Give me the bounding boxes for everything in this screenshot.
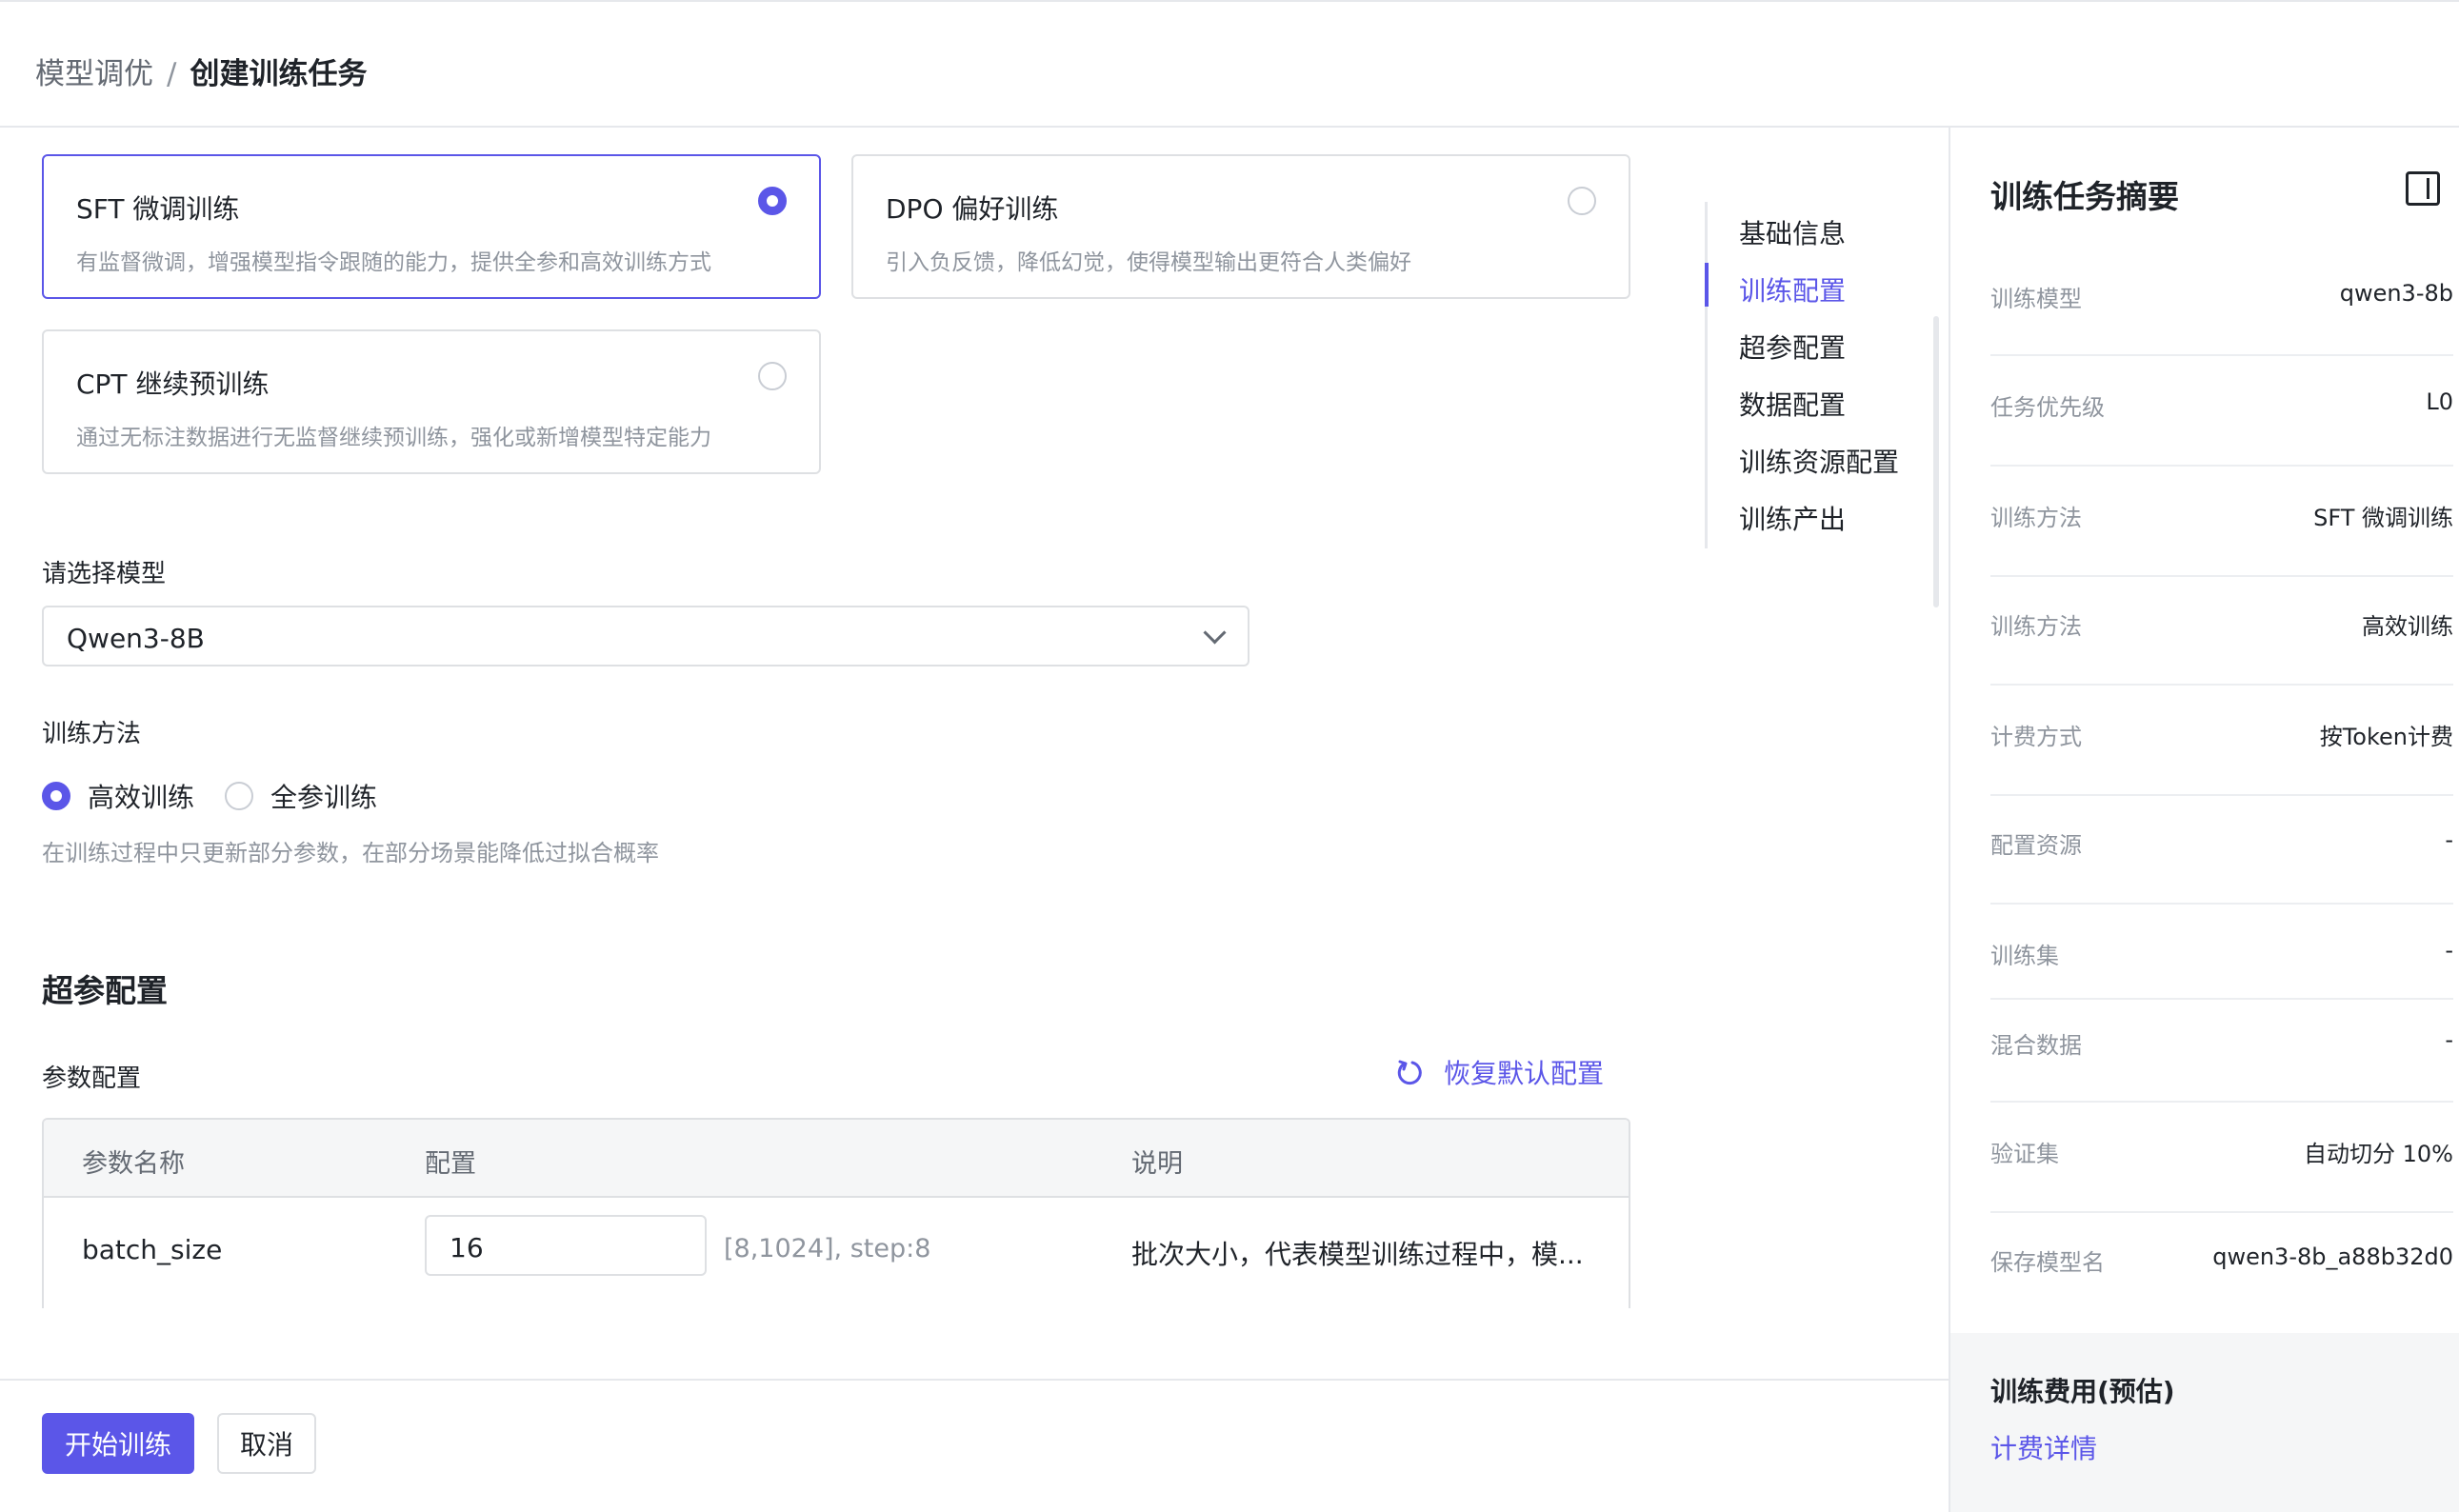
summary-value: - (2445, 937, 2453, 964)
scrollbar[interactable] (1933, 316, 1939, 607)
anchor-item-resource[interactable]: 训练资源配置 (1739, 442, 1899, 480)
restore-default-button[interactable]: 恢复默认配置 (1396, 1053, 1604, 1091)
radio-full[interactable]: 全参训练 (225, 777, 377, 815)
card-sft[interactable]: SFT 微调训练 有监督微调，增强模型指令跟随的能力，提供全参和高效训练方式 (42, 154, 821, 299)
breadcrumb-separator: / (167, 57, 177, 91)
card-title: CPT 继续预训练 (76, 368, 270, 400)
batch-size-input[interactable]: 16 (425, 1215, 707, 1276)
radio-label: 高效训练 (88, 782, 195, 813)
summary-key: 训练方法 (1990, 613, 2082, 640)
summary-row: 验证集 自动切分 10% (1990, 1135, 2453, 1213)
radio-unselected-icon (225, 782, 253, 810)
radio-selected-icon (42, 782, 70, 810)
radio-unselected-icon[interactable] (758, 362, 787, 390)
summary-row: 训练方法 高效训练 (1990, 607, 2453, 686)
footer-bar: 开始训练 取消 (0, 1379, 1949, 1512)
column-header: 参数名称 (82, 1149, 185, 1179)
summary-key: 验证集 (1990, 1141, 2059, 1167)
card-desc: 有监督微调，增强模型指令跟随的能力，提供全参和高效训练方式 (76, 250, 711, 275)
summary-value: qwen3-8b_a88b32d0 (2212, 1243, 2453, 1270)
radio-unselected-icon[interactable] (1568, 187, 1596, 215)
param-desc: 批次大小，代表模型训练过程中，模... (1131, 1239, 1584, 1270)
summary-panel: 训练任务摘要 训练模型 qwen3-8b 任务优先级 L0 训练方法 SFT 微调训练… (1949, 128, 2459, 1512)
card-desc: 通过无标注数据进行无监督继续预训练，强化或新增模型特定能力 (76, 426, 711, 450)
summary-row: 混合数据 - (1990, 1026, 2453, 1103)
summary-key: 训练模型 (1990, 286, 2082, 312)
param-table: 参数名称 配置 说明 batch_size 16 [8,1024], step:… (42, 1118, 1630, 1308)
summary-value: - (2445, 1026, 2453, 1053)
method-label: 训练方法 (42, 720, 142, 748)
card-desc: 引入负反馈，降低幻觉，使得模型输出更符合人类偏好 (886, 250, 1411, 275)
section-title-hyper: 超参配置 (42, 972, 168, 1009)
model-select-label: 请选择模型 (42, 560, 167, 588)
summary-key: 训练方法 (1990, 505, 2082, 531)
main-content: SFT 微调训练 有监督微调，增强模型指令跟随的能力，提供全参和高效训练方式 D… (0, 129, 1949, 1379)
anchor-item-data[interactable]: 数据配置 (1739, 385, 1846, 423)
summary-key: 混合数据 (1990, 1032, 2082, 1059)
restore-label: 恢复默认配置 (1444, 1058, 1605, 1089)
param-range: [8,1024], step:8 (724, 1234, 931, 1263)
summary-key: 保存模型名 (1990, 1249, 2105, 1276)
param-config-label: 参数配置 (42, 1064, 142, 1093)
header-bar: 模型调优 / 创建训练任务 (0, 0, 2459, 128)
table-header: 参数名称 配置 说明 (44, 1120, 1629, 1198)
billing-details-link[interactable]: 计费详情 (1990, 1428, 2097, 1466)
anchor-item-training[interactable]: 训练配置 (1739, 270, 1846, 308)
radio-selected-icon[interactable] (758, 187, 787, 215)
model-select-value: Qwen3-8B (67, 623, 205, 654)
cancel-button[interactable]: 取消 (217, 1413, 316, 1474)
summary-body: 训练任务摘要 训练模型 qwen3-8b 任务优先级 L0 训练方法 SFT 微调训练… (1950, 128, 2459, 1333)
summary-key: 计费方式 (1990, 724, 2082, 750)
summary-value: 高效训练 (2362, 613, 2453, 640)
summary-value: qwen3-8b (2339, 280, 2453, 307)
summary-value: SFT 微调训练 (2313, 505, 2453, 531)
summary-key: 配置资源 (1990, 832, 2082, 859)
model-select[interactable]: Qwen3-8B (42, 606, 1249, 666)
anchor-item-basic[interactable]: 基础信息 (1739, 213, 1846, 251)
summary-key: 任务优先级 (1990, 394, 2105, 421)
input-value: 16 (450, 1232, 484, 1263)
radio-efficient[interactable]: 高效训练 (42, 777, 194, 815)
column-header: 配置 (425, 1149, 476, 1179)
method-hint: 在训练过程中只更新部分参数，在部分场景能降低过拟合概率 (42, 840, 659, 866)
summary-row: 保存模型名 qwen3-8b_a88b32d0 (1990, 1243, 2453, 1301)
breadcrumb: 模型调优 / 创建训练任务 (35, 50, 367, 92)
radio-label: 全参训练 (270, 782, 378, 813)
summary-value: - (2445, 826, 2453, 853)
anchor-item-output[interactable]: 训练产出 (1739, 499, 1846, 537)
card-cpt[interactable]: CPT 继续预训练 通过无标注数据进行无监督继续预训练，强化或新增模型特定能力 (42, 329, 821, 474)
column-header: 说明 (1131, 1149, 1183, 1179)
breadcrumb-current: 创建训练任务 (190, 57, 368, 91)
summary-title: 训练任务摘要 (1990, 178, 2179, 215)
anchor-item-hyper[interactable]: 超参配置 (1739, 328, 1846, 366)
summary-row: 训练集 - (1990, 937, 2453, 1000)
refresh-icon (1397, 1060, 1422, 1085)
breadcrumb-parent[interactable]: 模型调优 (35, 57, 153, 91)
card-dpo[interactable]: DPO 偏好训练 引入负反馈，降低幻觉，使得模型输出更符合人类偏好 (851, 154, 1630, 299)
panel-collapse-icon[interactable] (2406, 171, 2440, 206)
summary-row: 任务优先级 L0 (1990, 388, 2453, 467)
start-training-button[interactable]: 开始训练 (42, 1413, 194, 1474)
card-title: DPO 偏好训练 (886, 193, 1059, 225)
card-title: SFT 微调训练 (76, 193, 240, 225)
anchor-active-indicator (1705, 263, 1709, 307)
anchor-track (1705, 202, 1708, 548)
summary-value: 自动切分 10% (2304, 1141, 2453, 1167)
summary-value: 按Token计费 (2319, 724, 2453, 750)
cost-title: 训练费用(预估) (1990, 1376, 2175, 1407)
summary-row: 训练模型 qwen3-8b (1990, 280, 2453, 356)
summary-key: 训练集 (1990, 943, 2059, 969)
chevron-down-icon (1203, 621, 1227, 645)
summary-row: 计费方式 按Token计费 (1990, 718, 2453, 796)
param-name: batch_size (82, 1234, 223, 1265)
summary-row: 训练方法 SFT 微调训练 (1990, 499, 2453, 577)
summary-row: 配置资源 - (1990, 826, 2453, 905)
summary-value: L0 (2426, 388, 2453, 415)
